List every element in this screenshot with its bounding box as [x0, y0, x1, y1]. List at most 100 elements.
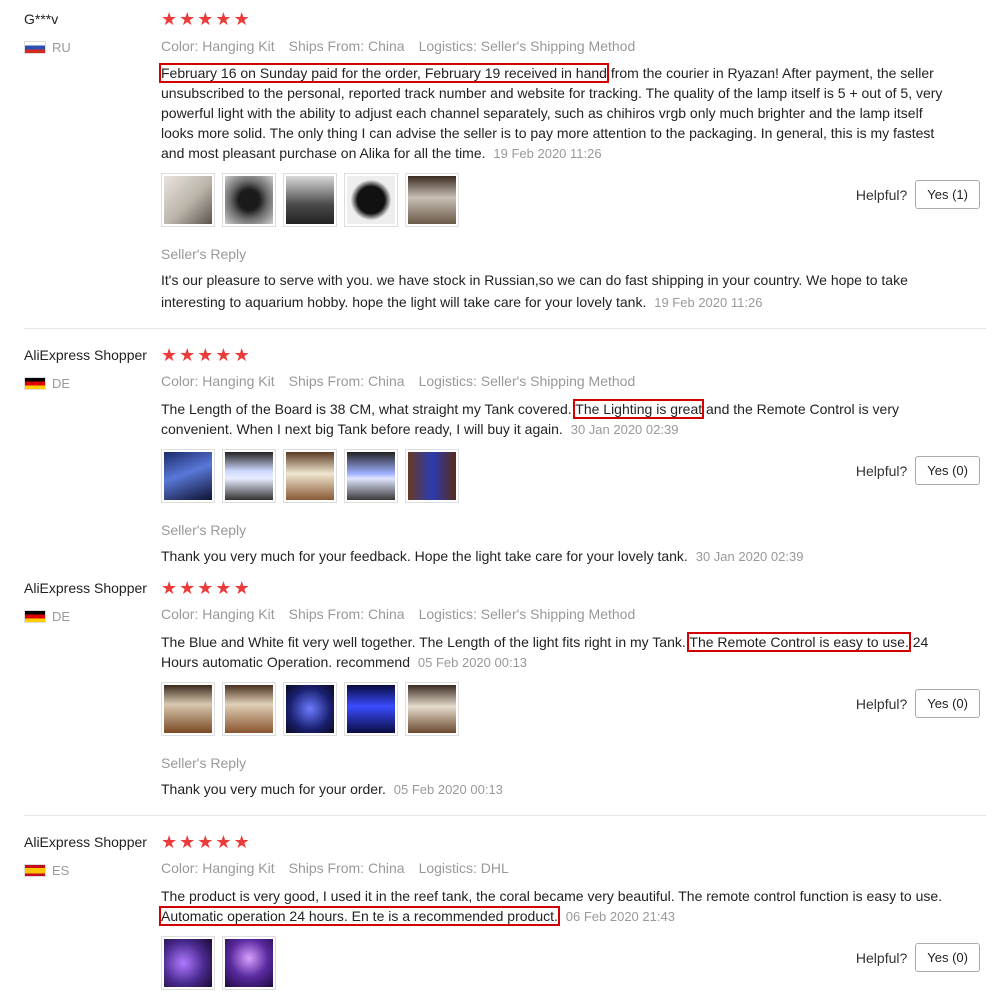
review-photo-thumbnail[interactable]: [405, 682, 459, 736]
flag-de-icon: [24, 377, 46, 390]
review-photos: [161, 173, 459, 227]
review-photo-thumbnail[interactable]: [161, 936, 215, 990]
rating-stars: ★ ★ ★ ★ ★: [161, 834, 250, 852]
highlighted-phrase: February 16 on Sunday paid for the order…: [159, 63, 609, 83]
star-icon: ★: [215, 9, 232, 30]
reviewer-name: AliExpress Shopper: [24, 347, 147, 363]
review-date: 05 Feb 2020 00:13: [417, 655, 528, 670]
review-photo-thumbnail[interactable]: [161, 449, 215, 503]
reviewer-name: G***v: [24, 11, 59, 27]
helpful-label: Helpful?: [855, 462, 908, 479]
highlighted-phrase: The Remote Control is easy to use.: [687, 632, 911, 652]
meta-color: Color: Hanging Kit: [161, 373, 275, 389]
meta-ships-from: Ships From: China: [288, 38, 405, 54]
sellers-reply-label: Seller's Reply: [161, 755, 247, 771]
star-icon: ★: [197, 345, 214, 366]
review-photo-thumbnail[interactable]: [405, 449, 459, 503]
country-code: ES: [52, 863, 70, 878]
sellers-reply-text: It's our pleasure to serve with you. we …: [161, 269, 921, 314]
reply-date: 05 Feb 2020 00:13: [393, 782, 503, 797]
rating-stars: ★ ★ ★ ★ ★: [161, 580, 250, 598]
star-icon: ★: [161, 832, 178, 853]
review-photo-thumbnail[interactable]: [344, 449, 398, 503]
reviewer-name: AliExpress Shopper: [24, 834, 147, 850]
review-text: February 16 on Sunday paid for the order…: [159, 63, 951, 164]
star-icon: ★: [197, 832, 214, 853]
star-icon: ★: [215, 345, 232, 366]
reply-body: It's our pleasure to serve with you. we …: [161, 272, 908, 310]
helpful-section: Helpful? Yes (0): [856, 689, 980, 718]
review-date: 30 Jan 2020 02:39: [570, 422, 679, 437]
star-icon: ★: [179, 578, 196, 599]
review-photo-thumbnail[interactable]: [405, 173, 459, 227]
star-icon: ★: [215, 832, 232, 853]
star-icon: ★: [197, 578, 214, 599]
star-icon: ★: [179, 832, 196, 853]
sellers-reply-text: Thank you very much for your order. 05 F…: [161, 778, 921, 801]
reviewer-country: DE: [24, 376, 70, 391]
reviewer-name: AliExpress Shopper: [24, 580, 147, 596]
review-photos: [161, 682, 459, 736]
review-photo-thumbnail[interactable]: [161, 682, 215, 736]
review-photo-thumbnail[interactable]: [161, 173, 215, 227]
review-text: The product is very good, I used it in t…: [159, 886, 951, 927]
review-photo-thumbnail[interactable]: [222, 682, 276, 736]
star-icon: ★: [233, 9, 250, 30]
star-icon: ★: [233, 578, 250, 599]
flag-es-icon: [24, 864, 46, 877]
review-photo-thumbnail[interactable]: [222, 173, 276, 227]
helpful-label: Helpful?: [855, 186, 908, 203]
star-icon: ★: [197, 9, 214, 30]
review-photo-thumbnail[interactable]: [222, 449, 276, 503]
review-body: The Length of the Board is 38 CM, what s…: [161, 401, 576, 417]
reply-body: Thank you very much for your feedback. H…: [161, 548, 688, 564]
reviewer-country: RU: [24, 40, 71, 55]
country-code: DE: [52, 376, 71, 391]
reviewer-country: ES: [24, 863, 69, 878]
helpful-label: Helpful?: [855, 949, 908, 966]
meta-color: Color: Hanging Kit: [161, 860, 275, 876]
order-meta: Color: Hanging Kit Ships From: China Log…: [161, 860, 509, 876]
helpful-yes-button[interactable]: Yes (0): [915, 456, 980, 485]
review-photo-thumbnail[interactable]: [283, 682, 337, 736]
order-meta: Color: Hanging Kit Ships From: China Log…: [161, 373, 635, 389]
star-icon: ★: [179, 9, 196, 30]
star-icon: ★: [215, 578, 232, 599]
helpful-section: Helpful? Yes (1): [856, 180, 980, 209]
meta-logistics: Logistics: DHL: [418, 860, 509, 876]
sellers-reply-label: Seller's Reply: [161, 522, 247, 538]
reviewer-country: DE: [24, 609, 70, 624]
meta-ships-from: Ships From: China: [288, 606, 405, 622]
review-photo-thumbnail[interactable]: [283, 449, 337, 503]
star-icon: ★: [161, 578, 178, 599]
highlighted-phrase: Automatic operation 24 hours. En te is a…: [159, 906, 560, 926]
helpful-yes-button[interactable]: Yes (1): [915, 180, 980, 209]
star-icon: ★: [161, 345, 178, 366]
helpful-section: Helpful? Yes (0): [856, 456, 980, 485]
country-code: DE: [52, 609, 71, 624]
rating-stars: ★ ★ ★ ★ ★: [161, 11, 250, 29]
meta-logistics: Logistics: Seller's Shipping Method: [418, 606, 636, 622]
review-text: The Blue and White fit very well togethe…: [161, 632, 951, 673]
review-photo-thumbnail[interactable]: [222, 936, 276, 990]
review-photo-thumbnail[interactable]: [283, 173, 337, 227]
sellers-reply-label: Seller's Reply: [161, 246, 247, 262]
reply-date: 19 Feb 2020 11:26: [654, 295, 763, 310]
review-photos: [161, 449, 459, 503]
meta-ships-from: Ships From: China: [288, 860, 405, 876]
review-photos: [161, 936, 276, 990]
helpful-yes-button[interactable]: Yes (0): [915, 689, 980, 718]
review-date: 19 Feb 2020 11:26: [493, 146, 602, 161]
rating-stars: ★ ★ ★ ★ ★: [161, 347, 250, 365]
star-icon: ★: [161, 9, 178, 30]
star-icon: ★: [179, 345, 196, 366]
sellers-reply-text: Thank you very much for your feedback. H…: [161, 545, 921, 568]
review-text: The Length of the Board is 38 CM, what s…: [161, 399, 951, 440]
order-meta: Color: Hanging Kit Ships From: China Log…: [161, 606, 635, 622]
meta-color: Color: Hanging Kit: [161, 38, 275, 54]
review-body: The Blue and White fit very well togethe…: [161, 634, 690, 650]
review-photo-thumbnail[interactable]: [344, 682, 398, 736]
helpful-yes-button[interactable]: Yes (0): [915, 943, 980, 972]
meta-ships-from: Ships From: China: [288, 373, 405, 389]
review-photo-thumbnail[interactable]: [344, 173, 398, 227]
